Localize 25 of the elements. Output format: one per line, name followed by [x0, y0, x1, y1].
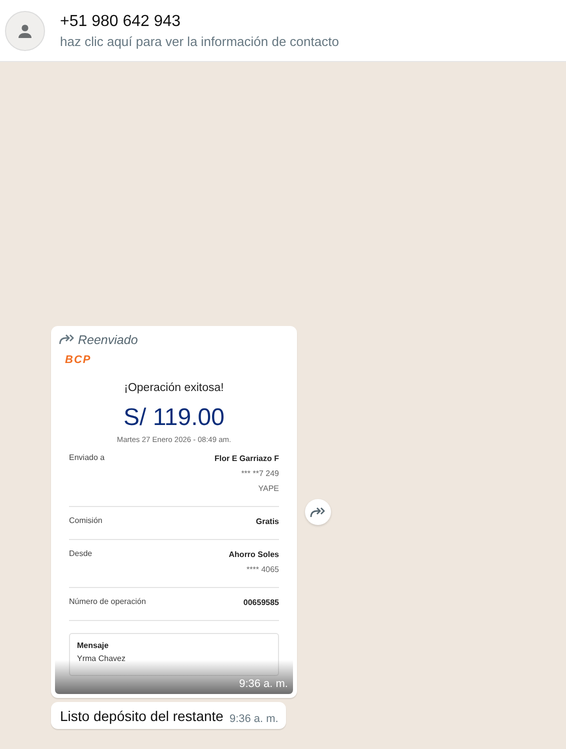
- forward-button[interactable]: [305, 499, 331, 525]
- avatar-icon[interactable]: [5, 10, 45, 50]
- message-text: Listo depósito del restante: [60, 708, 224, 724]
- receipt-value: **** 4065: [246, 564, 279, 575]
- forwarded-label: Reenviado: [78, 332, 138, 346]
- receipt-label: Enviado a: [69, 453, 105, 464]
- bank-logo: BCP: [65, 354, 92, 366]
- receipt-amount: S/ 119.00: [122, 404, 226, 432]
- receipt-heading: ¡Operación exitosa!: [123, 382, 225, 394]
- message-time: 9:36 a. m.: [229, 713, 278, 725]
- receipt-label: Desde: [69, 549, 92, 560]
- contact-name[interactable]: +51 980 642 943: [60, 12, 339, 30]
- forward-icon: [310, 506, 326, 518]
- receipt-value: *** **7 249: [240, 468, 279, 479]
- receipt-value: Gratis: [256, 516, 279, 527]
- receipt-label: Número de operación: [69, 597, 146, 608]
- receipt-value: Flor E Garriazo F: [214, 453, 279, 464]
- message-card-title: Mensaje: [77, 641, 110, 650]
- receipt-value: Ahorro Soles: [228, 549, 279, 560]
- contact-info-hint[interactable]: haz clic aquí para ver la información de contacto: [60, 34, 339, 48]
- receipt-label: Comisión: [69, 516, 102, 527]
- message-card-text: Yrma Chavez: [77, 654, 126, 663]
- receipt-value: 00659585: [243, 597, 279, 608]
- receipt-value: YAPE: [257, 483, 279, 494]
- message-time: 9:36 a. m.: [239, 678, 288, 690]
